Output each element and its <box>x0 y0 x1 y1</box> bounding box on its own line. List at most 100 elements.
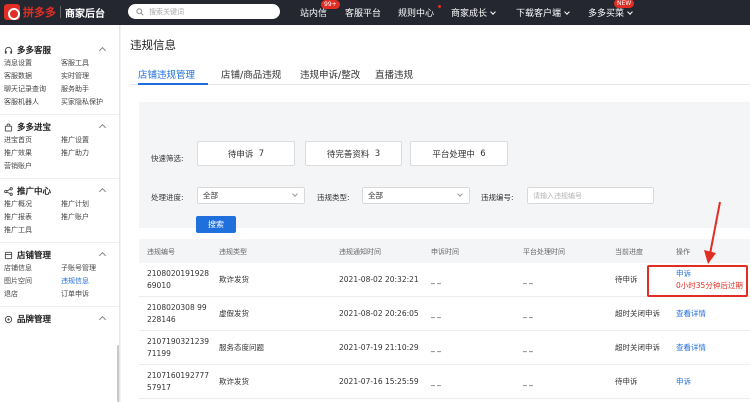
progress-select-value: 全部 <box>203 191 218 200</box>
section-title-text: 多多客服 <box>17 46 52 56</box>
appeal-link[interactable]: 申诉 <box>676 376 691 388</box>
progress-select[interactable]: 全部 <box>197 187 305 204</box>
sidebar-section-title[interactable]: 推广中心 <box>4 184 119 198</box>
tab-store-violation[interactable]: 店铺违规管理 <box>138 67 195 81</box>
table-row: 2107190321239 71199 服务态度问题 2021-07-19 21… <box>139 331 750 365</box>
violation-id-cont: 71199 <box>147 349 171 358</box>
chevron-down-icon <box>490 9 496 15</box>
top-navbar: 拼多多 商家后台 站内信 99+ 客服平台 规则中心 商家成长 下载客户端 多多… <box>0 0 750 25</box>
violation-id: 2108020308 99 <box>147 303 207 312</box>
divider <box>0 114 119 115</box>
search-button[interactable]: 搜索 <box>196 216 236 233</box>
sidebar-section-title[interactable]: 店铺管理 <box>4 248 119 262</box>
table-header: 违规编号 违规类型 违规通知时间 申诉时间 平台处理时间 当前进度 操作 <box>139 239 750 263</box>
sidebar-item[interactable]: 推广概况 <box>4 198 61 211</box>
sidebar-item[interactable]: 服务助手 <box>61 83 118 96</box>
section-title-text: 品牌管理 <box>17 315 52 325</box>
tab-live-violation[interactable]: 直播违规 <box>375 67 413 81</box>
quick-filter-pending-info[interactable]: 待完善资料 3 <box>305 141 402 166</box>
sidebar-item[interactable]: 推广计划 <box>61 198 118 211</box>
notice-time: 2021-08-02 20:32:21 <box>339 275 419 284</box>
type-select[interactable]: 全部 <box>362 187 470 204</box>
divider <box>0 306 119 307</box>
nav-growth-label: 商家成长 <box>451 9 488 19</box>
divider <box>0 242 119 243</box>
sidebar-item[interactable]: 买家隐私保护 <box>61 96 118 109</box>
chevron-down-icon <box>457 191 463 197</box>
sidebar-item[interactable]: 客服工具 <box>61 57 118 70</box>
view-details-link[interactable]: 查看详情 <box>676 342 706 354</box>
sidebar-item[interactable]: 消息设置 <box>4 57 61 70</box>
sidebar-item[interactable]: 推广助力 <box>61 147 118 160</box>
chevron-up-icon[interactable] <box>98 123 107 131</box>
sidebar-section-title[interactable]: 多多客服 <box>4 43 119 57</box>
nav-merchant-growth[interactable]: 商家成长 <box>451 6 496 19</box>
sidebar-item[interactable]: 营销账户 <box>4 160 61 173</box>
chevron-up-icon[interactable] <box>98 46 107 54</box>
brand-icon <box>4 315 13 323</box>
divider <box>0 178 119 179</box>
chevron-up-icon[interactable] <box>98 251 107 259</box>
logo-divider <box>60 6 61 18</box>
section-title-text: 推广中心 <box>17 187 52 197</box>
sidebar-item[interactable]: 推广报表 <box>4 211 61 224</box>
nav-rules-center[interactable]: 规则中心 <box>398 6 434 19</box>
column-header: 违规通知时间 <box>339 248 381 256</box>
sidebar-item[interactable]: 订单申诉 <box>61 288 118 301</box>
sidebar-item[interactable]: 推广设置 <box>61 134 118 147</box>
chevron-up-icon[interactable] <box>98 187 107 195</box>
notice-time: 2021-07-19 21:10:29 <box>339 343 419 352</box>
violation-id-input[interactable] <box>527 187 654 204</box>
violation-id: 2107190321239 <box>147 337 210 346</box>
sidebar-item[interactable]: 推广效果 <box>4 147 61 160</box>
sidebar-scrollbar[interactable] <box>117 345 119 402</box>
quick-filter-pending-appeal[interactable]: 待申诉 7 <box>197 141 295 166</box>
sidebar-item[interactable]: 店铺信息 <box>4 262 61 275</box>
sidebar-item-violation-info[interactable]: 违规信息 <box>61 275 118 288</box>
sidebar-item[interactable]: 进宝首页 <box>4 134 61 147</box>
chevron-up-icon[interactable] <box>98 315 107 323</box>
tab-store-product-violation[interactable]: 店铺/商品违规 <box>221 67 281 81</box>
logo-subtitle: 商家后台 <box>65 8 105 20</box>
nav-customer-service[interactable]: 客服平台 <box>345 6 381 19</box>
chevron-down-icon <box>564 9 570 15</box>
sidebar-item[interactable]: 实时管理 <box>61 70 118 83</box>
column-header: 违规类型 <box>219 248 247 256</box>
violation-id: 2108020191928 <box>147 269 210 278</box>
tab-appeal-rectification[interactable]: 违规申诉/整改 <box>300 67 360 81</box>
sidebar-item[interactable]: 推广账户 <box>61 211 118 224</box>
appeal-time: _ _ <box>431 377 441 386</box>
logo[interactable]: 拼多多 商家后台 <box>4 4 105 20</box>
violation-type: 虚假发货 <box>219 309 249 318</box>
inbox-badge: 99+ <box>321 0 340 9</box>
headset-icon <box>4 46 13 54</box>
progress-status: 待申诉 <box>615 377 638 386</box>
sidebar-item[interactable]: 子账号管理 <box>61 262 118 275</box>
sidebar-section-promotion: 推广中心 推广概况 推广计划 推广报表 推广账户 推广工具 <box>0 184 119 237</box>
platform-time: _ _ <box>523 343 533 352</box>
sidebar-section-title[interactable]: 多多进宝 <box>4 120 119 134</box>
violation-type: 欺诈发货 <box>219 275 249 284</box>
sidebar-item[interactable]: 退店 <box>4 288 61 301</box>
sidebar-item[interactable]: 推广工具 <box>4 224 61 237</box>
nav-download-client[interactable]: 下载客户端 <box>516 6 570 19</box>
active-tab-indicator <box>138 83 208 85</box>
search-input[interactable] <box>149 7 269 16</box>
notice-time: 2021-08-02 20:26:05 <box>339 309 419 318</box>
filter-panel: 快速筛选: 待申诉 7 待完善资料 3 平台处理中 6 处理进度: 全部 违规类… <box>139 102 750 233</box>
sidebar: 多多客服 消息设置 客服工具 客服数据 实时管理 聊天记录查询 服务助手 客服机… <box>0 25 120 402</box>
view-details-link[interactable]: 查看详情 <box>676 308 706 320</box>
nav-rules-label: 规则中心 <box>398 9 435 19</box>
violation-type: 服务态度问题 <box>219 343 264 352</box>
tab-bar: 店铺违规管理 店铺/商品违规 违规申诉/整改 直播违规 <box>130 63 750 85</box>
nav-download-label: 下载客户端 <box>516 9 562 19</box>
share-icon <box>4 186 13 196</box>
sidebar-section-title[interactable]: 品牌管理 <box>4 312 119 326</box>
sidebar-item[interactable]: 客服机器人 <box>4 96 61 109</box>
sidebar-item[interactable]: 聊天记录查询 <box>4 83 61 96</box>
sidebar-item[interactable]: 图片空间 <box>4 275 61 288</box>
quick-filter-label: 快速筛选: <box>151 154 184 163</box>
search-box[interactable] <box>128 4 280 19</box>
quick-filter-platform-processing[interactable]: 平台处理中 6 <box>410 141 508 166</box>
sidebar-item[interactable]: 客服数据 <box>4 70 61 83</box>
